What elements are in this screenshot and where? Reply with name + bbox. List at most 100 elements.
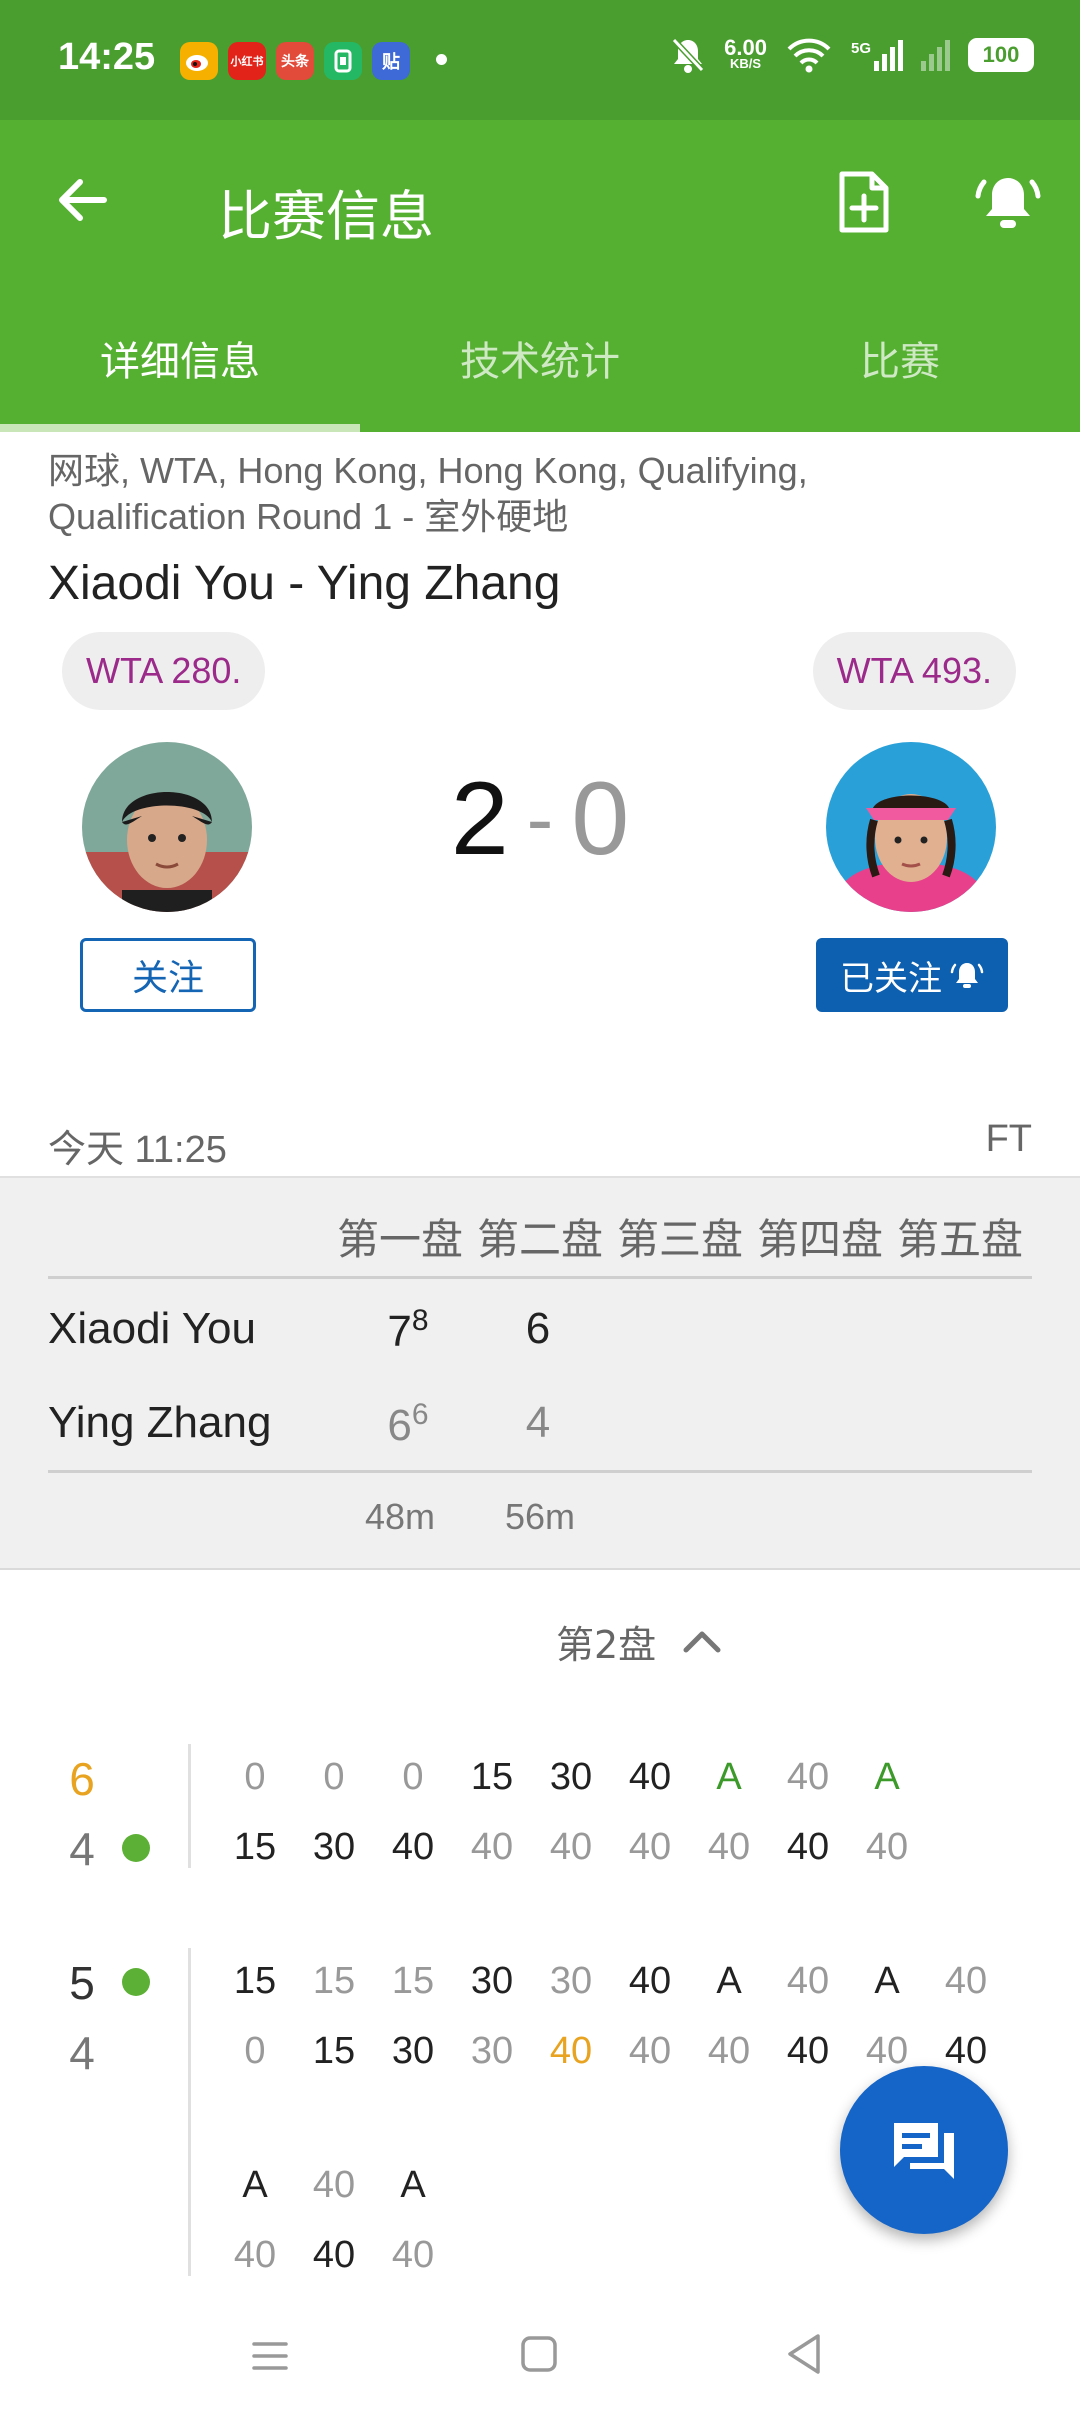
away-set1-tiebreak: 6: [411, 1398, 429, 1431]
match-score: 2-0: [430, 760, 650, 879]
add-to-calendar-button[interactable]: [832, 168, 896, 236]
set2-duration: 56m: [504, 1496, 576, 1537]
status-bar: 14:25 小红书 头条 贴 6.00 KB/S 5G 100: [0, 0, 1080, 120]
away-game-count: 4: [69, 2027, 95, 2079]
point-score: 15: [233, 1826, 277, 1868]
competition-line-2: Qualification Round 1 - 室外硬地: [48, 496, 569, 537]
point-score: 40: [391, 1826, 435, 1868]
recent-apps-button[interactable]: [250, 2336, 290, 2380]
arrow-left-icon: [59, 179, 107, 221]
system-nav-bar: [0, 2300, 1080, 2414]
followed-away-button[interactable]: 已关注: [816, 938, 1008, 1012]
set-header-2: 第二盘: [476, 1215, 603, 1264]
toutiao-icon: 头条: [276, 42, 314, 80]
set-scores-table: 第一盘 第二盘 第三盘 第四盘 第五盘 Xiaodi You 78 6 Ying…: [0, 1176, 1080, 1570]
point-score: A: [242, 2164, 268, 2206]
away-ranking-chip[interactable]: WTA 493.: [812, 632, 1016, 710]
home-player-avatar[interactable]: [82, 742, 252, 912]
point-score: 0: [244, 1756, 266, 1798]
chat-fab-button[interactable]: [840, 2066, 1008, 2234]
point-score: 0: [402, 1756, 424, 1798]
weibo-icon: [180, 42, 218, 80]
followed-label: 已关注: [840, 958, 942, 999]
home-set1-games: 7: [387, 1307, 412, 1356]
page-title: 比赛信息: [218, 185, 434, 248]
document-add-icon: [839, 171, 889, 233]
point-score: 40: [312, 2164, 356, 2206]
back-button[interactable]: [52, 170, 112, 230]
serve-indicator-dot: [122, 1834, 150, 1862]
status-right: 6.00 KB/S 5G 100: [670, 36, 1034, 74]
point-score: A: [874, 1756, 900, 1798]
home-player-name: Xiaodi You: [48, 1304, 256, 1353]
set-selector[interactable]: 第2盘: [556, 1614, 722, 1669]
triangle-back-icon: [788, 2334, 820, 2374]
notification-bell-button[interactable]: [974, 168, 1042, 236]
game-divider-line: [188, 1744, 191, 1868]
tab-details[interactable]: 详细信息: [0, 284, 360, 432]
point-score: 40: [549, 1826, 593, 1868]
tab-matches[interactable]: 比赛: [720, 284, 1080, 432]
home-game-count: 5: [69, 1957, 95, 2009]
point-score: 30: [470, 1960, 514, 2002]
bell-ringing-icon: [975, 178, 1041, 228]
net-speed: 6.00 KB/S: [724, 37, 767, 71]
point-score: 40: [944, 2030, 988, 2072]
away-set2-score: 4: [525, 1398, 551, 1447]
game-row-1: 6 4 0 0 0 15 30 40 A 40 A 15 30 40 40 40…: [0, 1744, 1080, 1880]
point-score: 40: [707, 1826, 751, 1868]
point-score: 40: [628, 1826, 672, 1868]
home-game-count: 6: [69, 1753, 95, 1805]
wifi-icon: [787, 38, 831, 73]
away-player-avatar[interactable]: [826, 742, 996, 912]
menu-icon: [252, 2342, 288, 2370]
point-score: 40: [628, 1960, 672, 2002]
home-ranking-chip[interactable]: WTA 280.: [62, 632, 266, 710]
home-set1-tiebreak: 8: [411, 1304, 429, 1337]
point-score: 15: [312, 1960, 356, 2002]
point-score: 15: [470, 1756, 514, 1798]
tab-statistics[interactable]: 技术统计: [360, 284, 720, 432]
away-set1-games: 6: [387, 1401, 412, 1450]
point-score: 40: [391, 2234, 435, 2276]
point-score: 40: [628, 1756, 672, 1798]
notification-icons: 小红书 头条 贴: [180, 42, 410, 80]
square-icon: [521, 2336, 557, 2372]
point-score: 30: [391, 2030, 435, 2072]
point-score: A: [716, 1960, 742, 2002]
point-score: 40: [786, 1826, 830, 1868]
point-score: 30: [549, 1960, 593, 2002]
point-score: 40: [549, 2030, 593, 2072]
point-score: 30: [312, 1826, 356, 1868]
away-set1-score: 66: [368, 1398, 448, 1451]
point-score: 40: [470, 1826, 514, 1868]
cellular-signal-icon: 5G: [851, 39, 903, 71]
game-divider-line: [188, 1948, 191, 2276]
competition-info: 网球, WTA, Hong Kong, Hong Kong, Qualifyin…: [48, 448, 948, 540]
table-divider-top: [48, 1276, 1032, 1279]
app-green-icon: [324, 42, 362, 80]
bell-ringing-icon: [950, 963, 984, 988]
point-score: 40: [628, 2030, 672, 2072]
tab-indicator: [0, 424, 360, 432]
system-back-button[interactable]: [784, 2332, 824, 2380]
home-set2-score: 6: [525, 1304, 551, 1353]
chat-icon: [894, 2123, 954, 2179]
net-speed-unit: KB/S: [730, 56, 762, 71]
home-button[interactable]: [520, 2334, 558, 2378]
point-score: A: [400, 2164, 426, 2206]
follow-home-button[interactable]: 关注: [80, 938, 256, 1012]
match-title: Xiaodi You - Ying Zhang: [48, 557, 561, 610]
tieba-icon: 贴: [372, 42, 410, 80]
score-separator: -: [526, 774, 554, 863]
set1-duration: 48m: [364, 1496, 436, 1537]
point-score: 40: [786, 1756, 830, 1798]
app-bar: 比赛信息: [0, 120, 1080, 284]
point-score: A: [874, 1960, 900, 2002]
point-score: 0: [244, 2030, 266, 2072]
point-score: 40: [786, 2030, 830, 2072]
chevron-up-icon: [683, 1631, 721, 1652]
xiaohongshu-icon: 小红书: [228, 42, 266, 80]
mute-bell-icon: [671, 37, 705, 73]
point-score: A: [716, 1756, 742, 1798]
